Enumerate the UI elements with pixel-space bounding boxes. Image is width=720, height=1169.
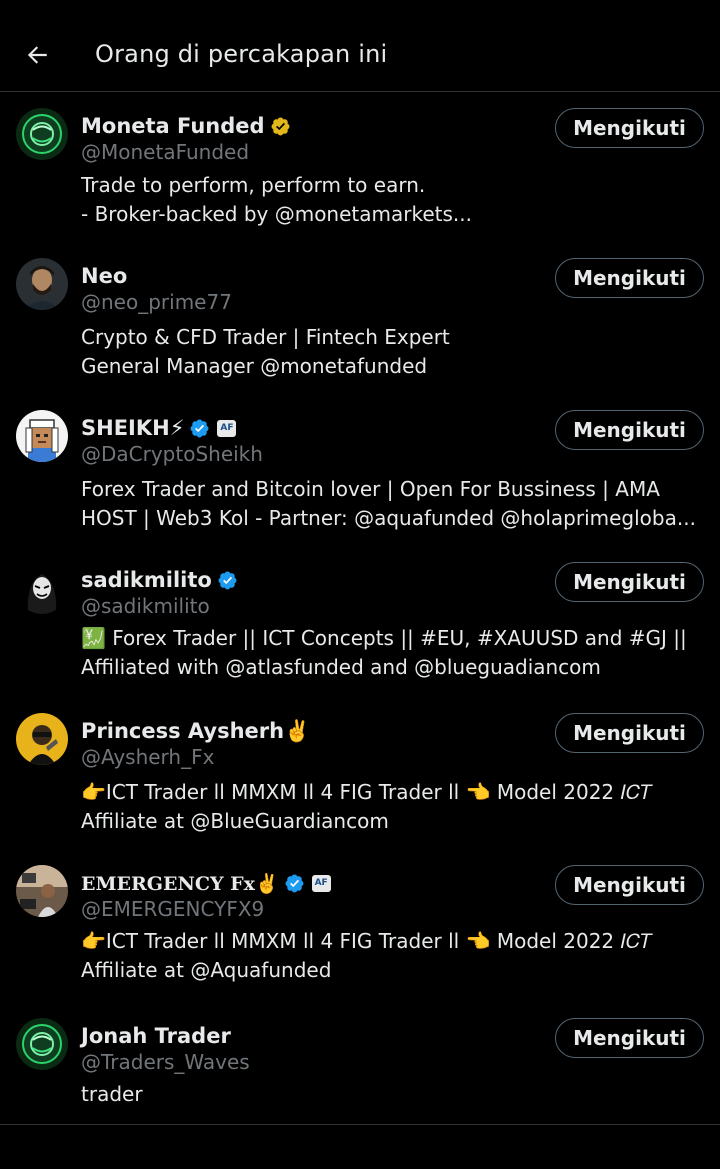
- display-name: Princess Aysherh✌️: [81, 718, 311, 743]
- display-name: SHEIKH⚡: [81, 416, 185, 440]
- display-name: 𝐄𝐌𝐄𝐑𝐆𝐄𝐍𝐂𝐘 𝐅𝐱✌️: [81, 872, 279, 895]
- verified-blue-badge-icon: [190, 419, 209, 437]
- user-bio: Crypto & CFD Trader | Fintech Expert Gen…: [81, 323, 711, 381]
- top-app-bar: Orang di percakapan ini: [0, 0, 720, 92]
- bio-line: trader: [81, 1082, 143, 1106]
- user-handle: @Aysherh_Fx: [81, 745, 215, 769]
- bio-line: 👉ICT Trader ll MMXM ll 4 FIG Trader ll 👈…: [81, 780, 653, 804]
- user-cell[interactable]: sadikmilito @sadikmilito 💹 Forex Trader …: [0, 546, 720, 697]
- verified-gold-badge-icon: [271, 117, 290, 135]
- bio-line: - Broker-backed by @monetamarkets...: [81, 202, 472, 226]
- display-name: Jonah Trader: [81, 1024, 231, 1048]
- avatar[interactable]: [16, 258, 68, 310]
- bio-line: Affiliated with @atlasfunded and @bluegu…: [81, 655, 601, 679]
- following-button[interactable]: Mengikuti: [555, 865, 704, 905]
- display-name: Moneta Funded: [81, 114, 265, 138]
- avatar[interactable]: [16, 410, 68, 462]
- avatar[interactable]: [16, 108, 68, 160]
- arrow-left-icon: [27, 46, 47, 64]
- user-bio: 👉ICT Trader ll MMXM ll 4 FIG Trader ll 👈…: [81, 778, 711, 836]
- following-button[interactable]: Mengikuti: [555, 713, 704, 753]
- affiliate-badge-icon: AF: [217, 419, 237, 437]
- user-bio: trader: [81, 1080, 711, 1109]
- bio-line: Trade to perform, perform to earn.: [81, 173, 426, 197]
- user-bio: 👉ICT Trader ll MMXM ll 4 FIG Trader ll 👈…: [81, 927, 711, 985]
- verified-blue-badge-icon: [218, 571, 237, 589]
- user-bio: Trade to perform, perform to earn. - Bro…: [81, 171, 711, 229]
- user-cell[interactable]: Princess Aysherh✌️ @Aysherh_Fx 👉ICT Trad…: [0, 697, 720, 849]
- bio-line: Crypto & CFD Trader | Fintech Expert: [81, 325, 450, 349]
- user-handle: @DaCryptoSheikh: [81, 442, 263, 466]
- following-button[interactable]: Mengikuti: [555, 562, 704, 602]
- list-end-divider: [0, 1124, 720, 1125]
- verified-blue-badge-icon: [285, 874, 304, 892]
- user-handle: @MonetaFunded: [81, 140, 250, 164]
- bio-line: Affiliate at @Aquafunded: [81, 958, 332, 982]
- bio-line: HOST | Web3 Kol - Partner: @aquafunded @…: [81, 506, 696, 530]
- display-name: Neo: [81, 264, 128, 288]
- display-name: sadikmilito: [81, 568, 212, 592]
- avatar[interactable]: [16, 562, 68, 614]
- user-cell[interactable]: 𝐄𝐌𝐄𝐑𝐆𝐄𝐍𝐂𝐘 𝐅𝐱✌️ AF @EMERGENCYFX9 👉ICT Tra…: [0, 849, 720, 1002]
- avatar[interactable]: [16, 1018, 68, 1070]
- user-cell[interactable]: Neo @neo_prime77 Crypto & CFD Trader | F…: [0, 242, 720, 394]
- user-cell[interactable]: SHEIKH⚡ AF @DaCryptoSheikh Forex Trader …: [0, 394, 720, 546]
- bio-line: General Manager @monetafunded: [81, 354, 428, 378]
- following-button[interactable]: Mengikuti: [555, 258, 704, 298]
- bio-line: Forex Trader and Bitcoin lover | Open Fo…: [81, 477, 660, 501]
- bio-line: Affiliate at @BlueGuardiancom: [81, 809, 389, 833]
- back-button[interactable]: [16, 34, 58, 76]
- following-button[interactable]: Mengikuti: [555, 410, 704, 450]
- user-handle: @neo_prime77: [81, 290, 232, 314]
- following-button[interactable]: Mengikuti: [555, 1018, 704, 1058]
- avatar[interactable]: [16, 865, 68, 917]
- bio-line: 💹 Forex Trader || ICT Concepts || #EU, #…: [81, 626, 687, 650]
- user-handle: @EMERGENCYFX9: [81, 897, 265, 921]
- avatar[interactable]: [16, 713, 68, 765]
- page-title: Orang di percakapan ini: [95, 40, 388, 68]
- user-cell[interactable]: Jonah Trader @Traders_Waves trader Mengi…: [0, 1002, 720, 1124]
- user-bio: 💹 Forex Trader || ICT Concepts || #EU, #…: [81, 624, 711, 682]
- user-handle: @Traders_Waves: [81, 1050, 250, 1074]
- following-button[interactable]: Mengikuti: [555, 108, 704, 148]
- user-handle: @sadikmilito: [81, 594, 210, 618]
- user-bio: Forex Trader and Bitcoin lover | Open Fo…: [81, 475, 711, 533]
- bio-line: 👉ICT Trader ll MMXM ll 4 FIG Trader ll 👈…: [81, 929, 653, 953]
- affiliate-badge-icon: AF: [311, 874, 331, 892]
- user-cell[interactable]: Moneta Funded @MonetaFunded Trade to per…: [0, 92, 720, 242]
